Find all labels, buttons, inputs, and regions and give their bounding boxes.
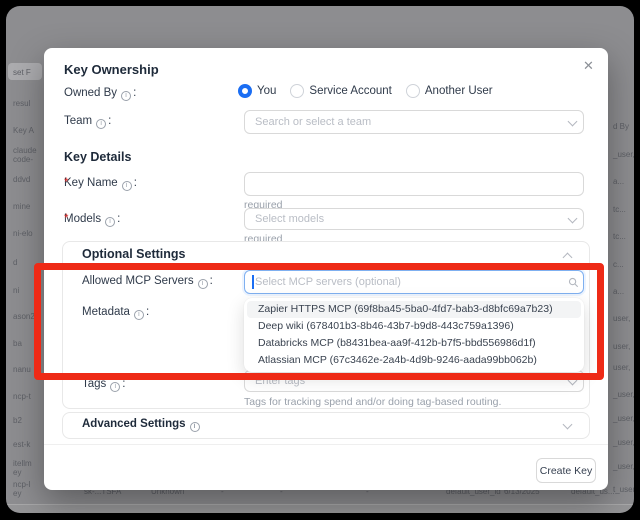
key-details-heading: Key Details [64,150,131,164]
info-icon: i [122,181,132,191]
background-text-fragment: ba [13,339,22,348]
background-text-fragment: est-k [13,440,30,449]
key-name-label: *Key Namei: [64,177,137,191]
background-text-fragment: c... [613,260,624,269]
background-text-fragment: d [13,258,17,267]
search-icon [568,277,579,288]
background-text-fragment: tc... [613,232,626,241]
background-text-fragment: a... [613,287,624,296]
background-text-fragment: ni [13,286,19,295]
background-text-fragment: ncp-l [13,480,30,489]
create-key-button[interactable]: Create Key [536,458,596,483]
mcp-server-option[interactable]: Zapier HTTPS MCP (69f8ba45-5ba0-4fd7-bab… [247,301,581,318]
background-text-fragment: Key A [13,126,34,135]
background-text-fragment: nanu [13,365,31,374]
models-label: *Modelsi: [64,213,120,227]
advanced-settings-heading: Advanced Settingsi [82,418,202,432]
info-icon: i [190,422,200,432]
info-icon: i [96,119,106,129]
footer-divider [44,444,608,445]
background-text-fragment: ey [13,468,21,477]
background-text-fragment: _user, [613,390,634,399]
dimmed-page-overlay: set F resul Key A claudecode-ddvd mine ni-elo… [6,6,634,513]
background-text-fragment: code- [13,155,33,164]
background-text-fragment: resul [13,99,30,108]
radio-label: Another User [425,85,493,97]
background-text-fragment: b2 [13,416,22,425]
mcp-server-option[interactable]: Databricks MCP (b8431bea-aa9f-412b-b7f5-… [247,335,581,352]
owned-by-radio-service-account[interactable]: Service Account [290,84,391,98]
text-cursor [252,275,254,289]
owned-by-radio-another-user[interactable]: Another User [406,84,493,98]
background-text-fragment: _user, [613,462,634,471]
team-select[interactable] [244,110,584,134]
tags-label: Tagsi: [82,378,126,392]
modal-title: Key Ownership [64,62,159,77]
mcp-servers-input[interactable] [244,270,584,294]
background-text-fragment: _user, [613,438,634,447]
close-icon[interactable]: ✕ [583,58,594,74]
mcp-servers-dropdown: Zapier HTTPS MCP (69f8ba45-5ba0-4fd7-bab… [244,298,584,372]
owned-by-radio-group: You Service Account Another User [238,84,493,98]
background-text-fragment: ncp-t [13,392,31,401]
background-text-fragment: d By [613,122,629,131]
background-text-fragment: tc... [613,205,626,214]
mcp-server-option[interactable]: Deep wiki (678401b3-8b46-43b7-b9d8-443c7… [247,318,581,335]
background-text-fragment: user, [613,342,630,351]
background-text-fragment: a... [613,177,624,186]
info-icon: i [134,310,144,320]
info-icon: i [121,91,131,101]
tags-helper-text: Tags for tracking spend and/or doing tag… [244,396,501,408]
background-text-fragment: user, [613,314,630,323]
background-text-fragment: _user, [613,414,634,423]
background-text-fragment: ni-elo [13,229,33,238]
optional-settings-heading[interactable]: Optional Settings [82,247,185,261]
owned-by-label: Owned Byi: [64,87,136,101]
info-icon: i [110,382,120,392]
background-footer-band [6,504,634,513]
background-text-fragment: ddvd [13,175,30,184]
background-text-fragment: set F [13,68,31,77]
panel-divider [62,264,590,265]
info-icon: i [105,217,115,227]
radio-label: Service Account [309,85,391,97]
radio-icon[interactable] [290,84,304,98]
radio-icon[interactable] [406,84,420,98]
background-text-fragment: claude [13,146,37,155]
models-select[interactable] [244,208,584,230]
background-text-fragment: mine [13,202,30,211]
allowed-mcp-servers-label: Allowed MCP Serversi: [82,275,213,289]
tags-input[interactable] [244,370,584,392]
background-text-fragment: t_user, [613,485,634,494]
info-icon: i [198,279,208,289]
background-text-fragment: ey [13,489,21,498]
background-text-fragment: user, [613,363,630,372]
radio-icon[interactable] [238,84,252,98]
radio-label: You [257,85,276,97]
background-text-fragment: itellm [13,459,32,468]
owned-by-radio-you[interactable]: You [238,84,276,98]
mcp-server-option[interactable]: Atlassian MCP (67c3462e-2a4b-4d9b-9246-a… [247,352,581,369]
background-text-fragment: ason2 [13,312,35,321]
metadata-label: Metadatai: [82,306,149,320]
create-key-modal: Key Ownership ✕ Owned Byi: You Service Ac… [44,48,608,490]
background-text-fragment: _user, [613,150,634,159]
team-label: Teami: [64,115,111,129]
key-name-input[interactable] [244,172,584,196]
